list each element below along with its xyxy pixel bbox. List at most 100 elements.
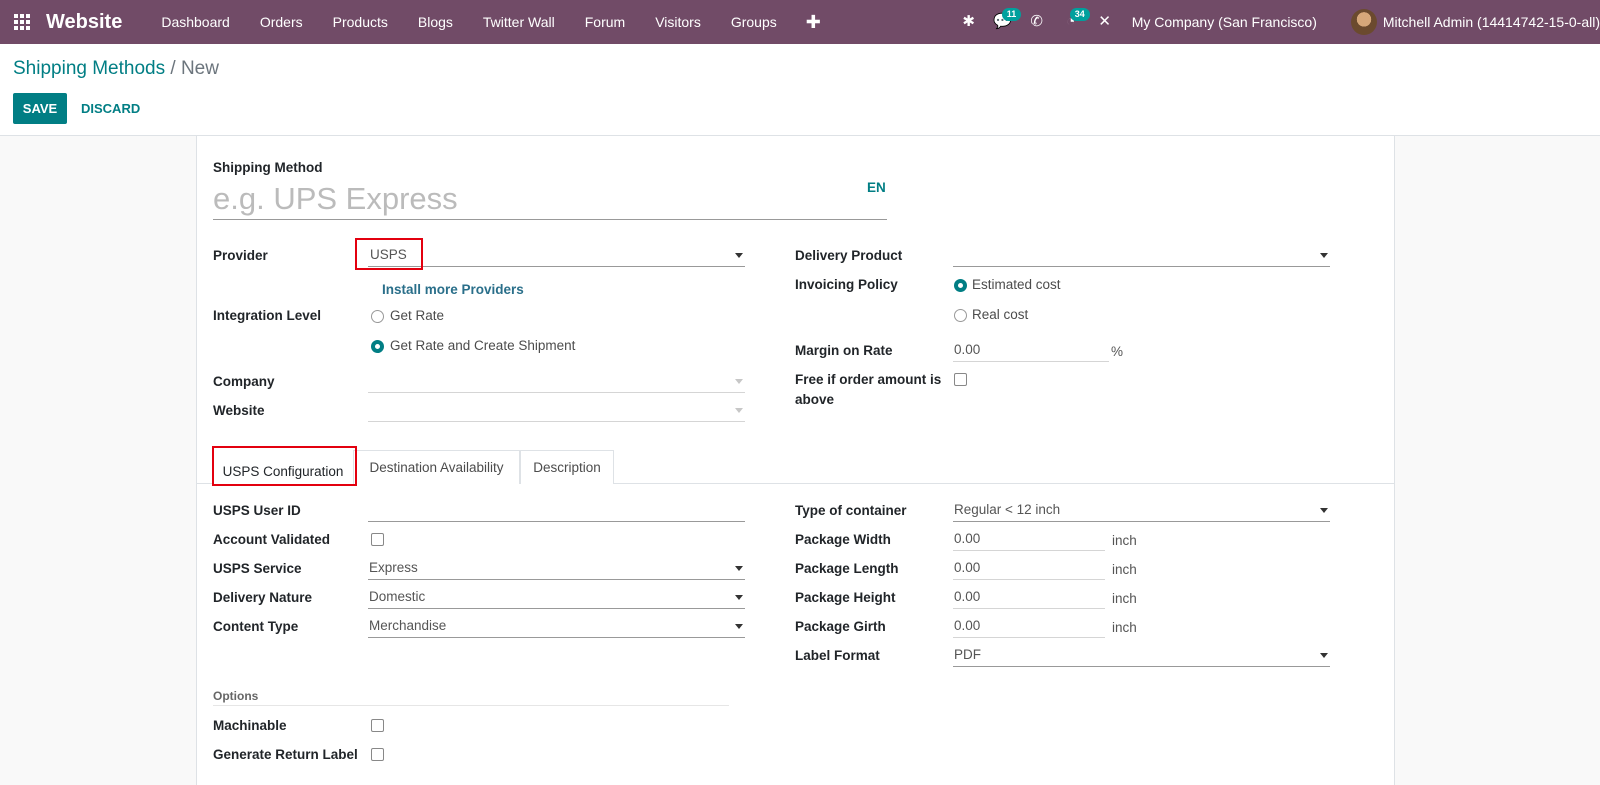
label-format-label: Label Format xyxy=(795,648,880,663)
menu-item-forum[interactable]: Forum xyxy=(570,0,640,44)
apps-menu-icon[interactable] xyxy=(0,0,44,44)
app-name[interactable]: Website xyxy=(46,11,122,34)
tab-destination-availability[interactable]: Destination Availability xyxy=(353,450,520,484)
delivery-nature-value: Domestic xyxy=(369,589,426,604)
radio-get-rate-label[interactable]: Get Rate xyxy=(390,308,444,323)
package-girth-unit: inch xyxy=(1112,620,1137,635)
package-height-label: Package Height xyxy=(795,590,896,605)
breadcrumb-parent[interactable]: Shipping Methods xyxy=(13,58,165,79)
chevron-down-icon xyxy=(735,595,743,600)
chevron-down-icon xyxy=(735,253,743,258)
package-width-label: Package Width xyxy=(795,532,891,547)
menu-item-twitter-wall[interactable]: Twitter Wall xyxy=(468,0,570,44)
margin-unit: % xyxy=(1111,344,1124,359)
content-type-value: Merchandise xyxy=(369,618,447,633)
activities-badge: 34 xyxy=(1069,8,1090,21)
label-format-select[interactable]: PDF xyxy=(953,645,1330,667)
package-width-input[interactable]: 0.00 xyxy=(953,529,1105,551)
margin-on-rate-input[interactable]: 0.00 xyxy=(953,340,1109,362)
chevron-down-icon xyxy=(735,566,743,571)
tab-highlight xyxy=(212,446,357,486)
package-girth-value: 0.00 xyxy=(954,618,981,633)
breadcrumb: Shipping Methods / New xyxy=(13,58,219,80)
activity-clock-icon[interactable]: ◔ 34 xyxy=(1054,0,1090,44)
save-button[interactable]: SAVE xyxy=(13,93,67,124)
machinable-checkbox[interactable] xyxy=(371,719,384,732)
main-menu: Dashboard Orders Products Blogs Twitter … xyxy=(146,0,835,44)
package-length-unit: inch xyxy=(1112,562,1137,577)
machinable-label: Machinable xyxy=(213,718,287,733)
company-switcher[interactable]: My Company (San Francisco) xyxy=(1132,14,1317,30)
avatar[interactable] xyxy=(1350,9,1377,35)
phone-icon[interactable]: ✆ xyxy=(1020,0,1054,44)
radio-estimated-cost-label[interactable]: Estimated cost xyxy=(972,277,1061,292)
top-navbar: Website Dashboard Orders Products Blogs … xyxy=(0,0,1600,44)
return-label-checkbox[interactable] xyxy=(371,748,384,761)
provider-highlight xyxy=(355,238,423,270)
usps-service-label: USPS Service xyxy=(213,561,302,576)
install-providers-link[interactable]: Install more Providers xyxy=(382,282,524,297)
user-menu[interactable]: Mitchell Admin (14414742-15-0-all) xyxy=(1383,14,1600,30)
delivery-nature-select[interactable]: Domestic xyxy=(368,587,745,609)
radio-real-cost-label[interactable]: Real cost xyxy=(972,307,1028,322)
usps-user-id-input[interactable] xyxy=(368,500,745,522)
package-height-unit: inch xyxy=(1112,591,1137,606)
delivery-nature-label: Delivery Nature xyxy=(213,590,313,605)
tools-icon[interactable]: ✕ xyxy=(1088,0,1122,44)
systray: ✱ 💬 11 ✆ ◔ 34 ✕ My Company (San Francisco)… xyxy=(952,0,1600,44)
shipping-method-name-input[interactable]: e.g. UPS Express xyxy=(213,180,887,220)
free-above-checkbox[interactable] xyxy=(954,373,967,386)
radio-get-rate-create-shipment-label[interactable]: Get Rate and Create Shipment xyxy=(390,338,575,353)
package-height-input[interactable]: 0.00 xyxy=(953,587,1105,609)
options-divider xyxy=(213,705,729,706)
website-label: Website xyxy=(213,403,265,418)
usps-user-id-label: USPS User ID xyxy=(213,503,301,518)
plus-icon[interactable]: ✚ xyxy=(792,0,835,44)
package-width-value: 0.00 xyxy=(954,531,981,546)
shipping-method-placeholder: e.g. UPS Express xyxy=(213,181,458,216)
form-sheet: Shipping Method e.g. UPS Express EN Prov… xyxy=(196,136,1395,785)
tab-description[interactable]: Description xyxy=(520,450,614,484)
menu-item-groups[interactable]: Groups xyxy=(716,0,792,44)
radio-real-cost[interactable] xyxy=(954,309,967,322)
radio-get-rate[interactable] xyxy=(371,310,384,323)
usps-service-select[interactable]: Express xyxy=(368,558,745,580)
menu-item-products[interactable]: Products xyxy=(318,0,403,44)
delivery-product-select[interactable] xyxy=(953,245,1330,267)
chevron-down-icon xyxy=(1320,253,1328,258)
usps-service-value: Express xyxy=(369,560,418,575)
menu-item-blogs[interactable]: Blogs xyxy=(403,0,468,44)
return-label-label: Generate Return Label xyxy=(213,747,358,762)
content-type-select[interactable]: Merchandise xyxy=(368,616,745,638)
options-heading: Options xyxy=(213,689,259,703)
shipping-method-label: Shipping Method xyxy=(213,160,323,175)
package-girth-input[interactable]: 0.00 xyxy=(953,616,1105,638)
company-select[interactable] xyxy=(368,371,745,393)
chevron-down-icon xyxy=(735,624,743,629)
package-height-value: 0.00 xyxy=(954,589,981,604)
account-validated-checkbox[interactable] xyxy=(371,533,384,546)
menu-item-dashboard[interactable]: Dashboard xyxy=(146,0,245,44)
radio-estimated-cost[interactable] xyxy=(954,279,967,292)
website-select[interactable] xyxy=(368,400,745,422)
bug-icon[interactable]: ✱ xyxy=(952,0,986,44)
chevron-down-icon xyxy=(735,408,743,413)
integration-level-label: Integration Level xyxy=(213,308,322,323)
messages-badge: 11 xyxy=(1001,8,1022,21)
content-type-label: Content Type xyxy=(213,619,299,634)
package-length-value: 0.00 xyxy=(954,560,981,575)
provider-label: Provider xyxy=(213,248,268,263)
radio-get-rate-create-shipment[interactable] xyxy=(371,340,384,353)
discard-button[interactable]: DISCARD xyxy=(81,93,140,124)
control-panel: Shipping Methods / New SAVE DISCARD xyxy=(0,44,1600,136)
chevron-down-icon xyxy=(735,379,743,384)
container-type-select[interactable]: Regular < 12 inch xyxy=(953,500,1330,522)
account-validated-label: Account Validated xyxy=(213,532,331,547)
menu-item-visitors[interactable]: Visitors xyxy=(640,0,716,44)
language-button[interactable]: EN xyxy=(867,180,886,195)
messages-icon[interactable]: 💬 11 xyxy=(986,0,1022,44)
menu-item-orders[interactable]: Orders xyxy=(245,0,318,44)
package-length-input[interactable]: 0.00 xyxy=(953,558,1105,580)
provider-select[interactable]: USPS xyxy=(368,245,745,267)
margin-on-rate-label: Margin on Rate xyxy=(795,343,893,358)
